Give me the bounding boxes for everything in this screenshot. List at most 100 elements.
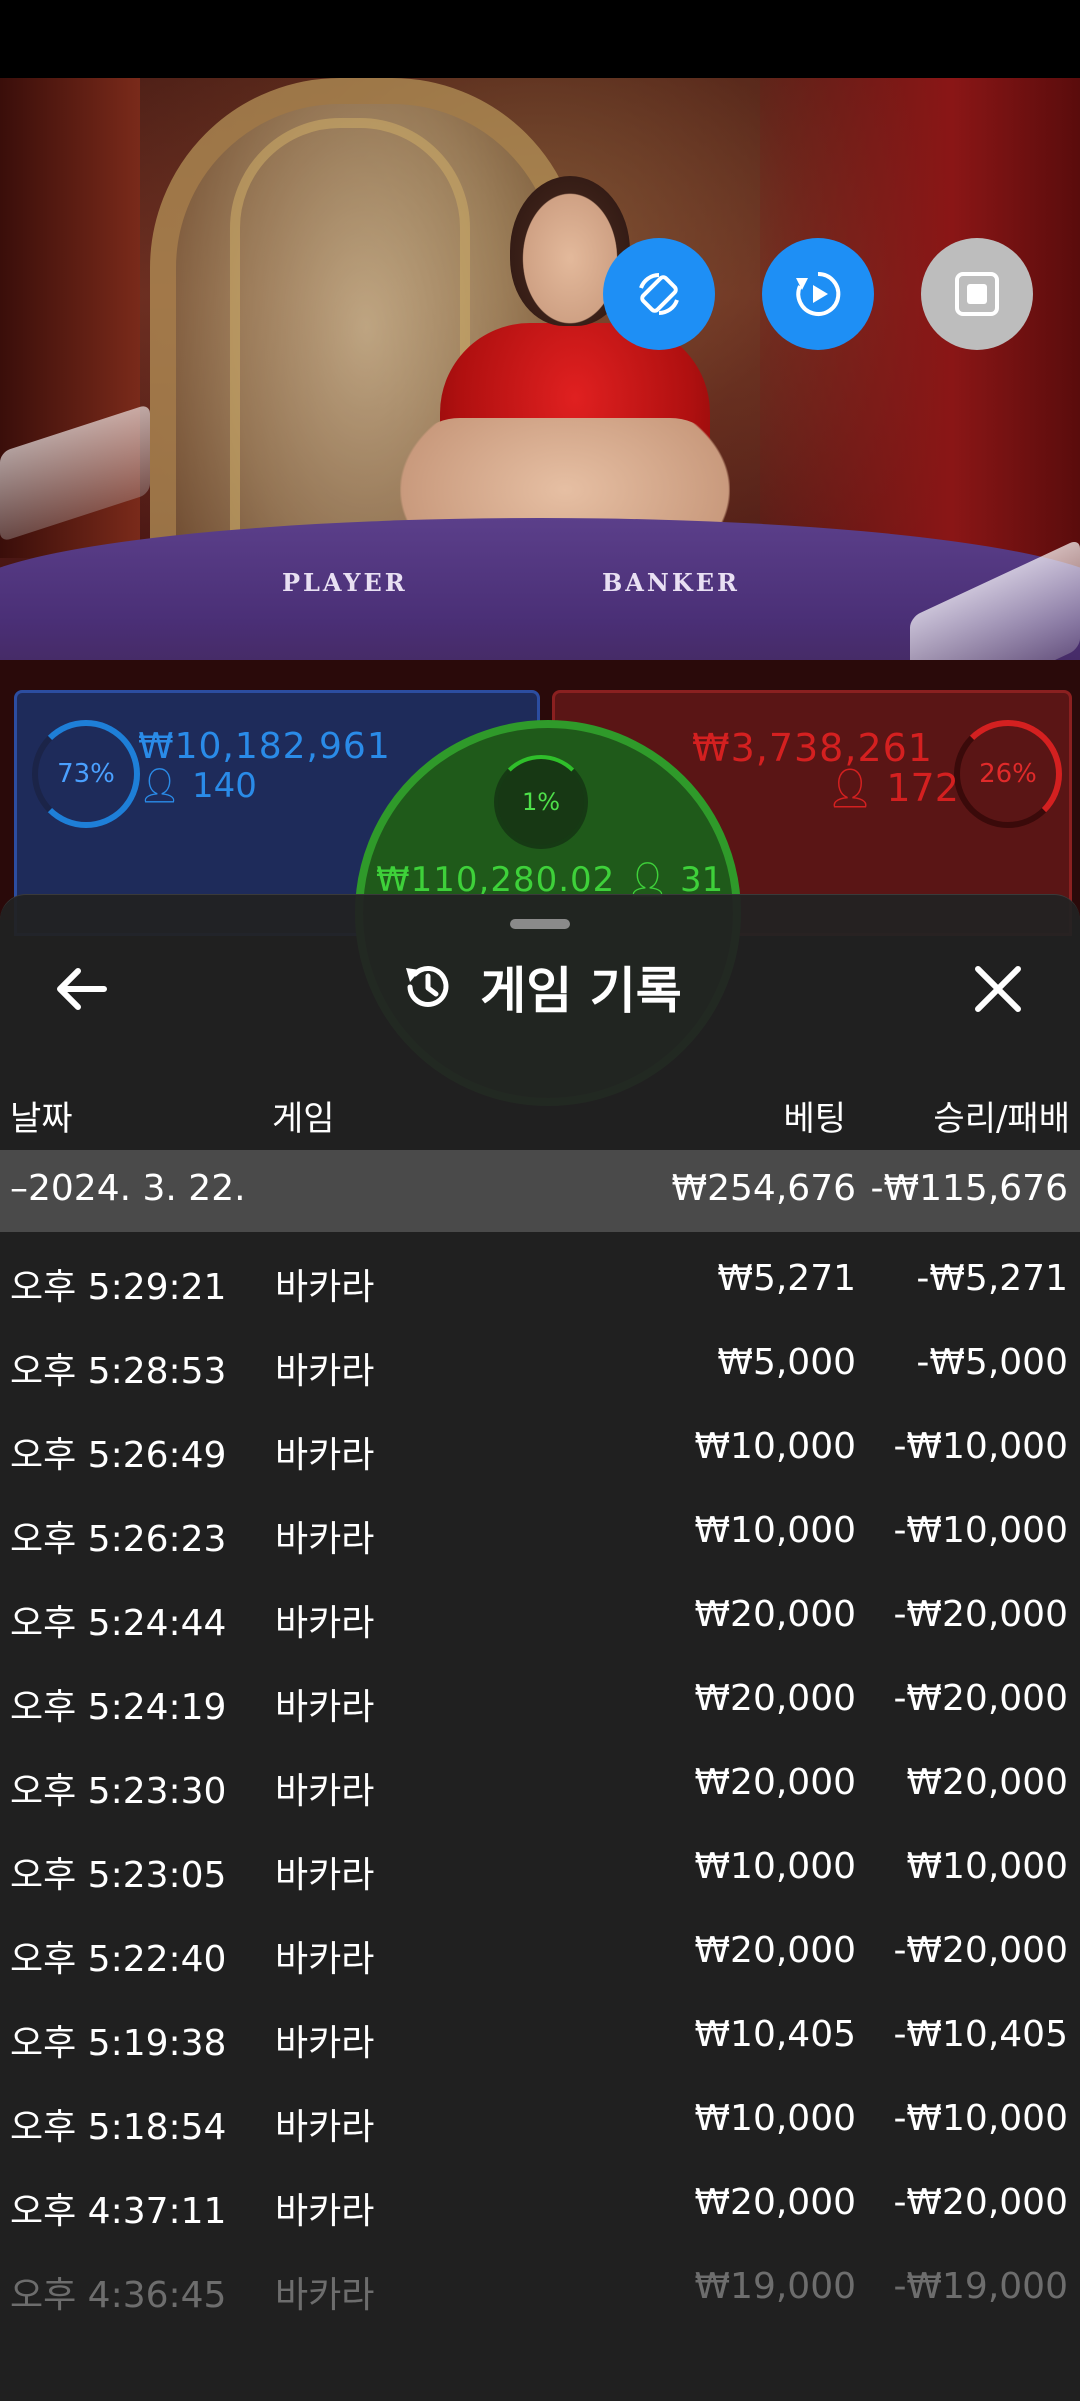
- row-bet: ₩5,000: [717, 1342, 856, 1383]
- sheet-header: 게임 기록: [0, 947, 1080, 1027]
- row-bet: ₩20,000: [694, 1678, 856, 1719]
- row-game: 바카라: [275, 1939, 375, 1980]
- row-game: 바카라: [275, 1771, 375, 1812]
- row-result: -₩5,271: [916, 1258, 1068, 1299]
- live-video: PLAYER BANKER: [0, 78, 1080, 698]
- history-row[interactable]: 오후 4:37:11 바카라 ₩20,000 -₩20,000: [0, 2182, 1080, 2266]
- column-header-game[interactable]: 게임: [272, 1091, 335, 1140]
- drag-handle[interactable]: [510, 919, 570, 929]
- history-row[interactable]: 오후 5:28:53 바카라 ₩5,000 -₩5,000: [0, 1342, 1080, 1426]
- group-date: –2024. 3. 22.: [10, 1168, 246, 1209]
- history-row[interactable]: 오후 5:26:49 바카라 ₩10,000 -₩10,000: [0, 1426, 1080, 1510]
- row-result: -₩19,000: [893, 2266, 1068, 2307]
- row-bet: ₩19,000: [694, 2266, 856, 2307]
- person-icon: 👤︎: [138, 766, 182, 806]
- table-player-label: PLAYER: [282, 568, 408, 597]
- row-game: 바카라: [275, 1435, 375, 1476]
- row-result: ₩10,000: [906, 1846, 1068, 1887]
- row-time: 오후 5:24:44: [10, 1603, 227, 1644]
- tie-percent-ring: 1%: [494, 755, 588, 849]
- history-row[interactable]: 오후 5:19:38 바카라 ₩10,405 -₩10,405: [0, 2014, 1080, 2098]
- history-row[interactable]: 오후 5:29:21 바카라 ₩5,271 -₩5,271: [0, 1258, 1080, 1342]
- row-time: 오후 4:37:11: [10, 2191, 227, 2232]
- row-result: -₩10,000: [893, 2098, 1068, 2139]
- row-game: 바카라: [275, 1855, 375, 1896]
- row-result: -₩10,000: [893, 1426, 1068, 1467]
- history-row[interactable]: 오후 5:24:19 바카라 ₩20,000 -₩20,000: [0, 1678, 1080, 1762]
- replay-icon: [796, 271, 841, 316]
- row-bet: ₩20,000: [694, 2182, 856, 2223]
- row-game: 바카라: [275, 1351, 375, 1392]
- row-result: -₩10,000: [893, 1510, 1068, 1551]
- date-group-row[interactable]: –2024. 3. 22. ₩254,676 -₩115,676: [0, 1150, 1080, 1232]
- tie-percent: 1%: [521, 788, 561, 816]
- row-time: 오후 5:26:49: [10, 1435, 227, 1476]
- row-result: -₩5,000: [916, 1342, 1068, 1383]
- row-time: 오후 5:28:53: [10, 1351, 227, 1392]
- replay-button[interactable]: [762, 238, 874, 350]
- row-bet: ₩10,000: [694, 1510, 856, 1551]
- row-bet: ₩10,405: [694, 2014, 856, 2055]
- row-time: 오후 5:26:23: [10, 1519, 227, 1560]
- row-result: ₩20,000: [906, 1762, 1068, 1803]
- history-row[interactable]: 오후 5:18:54 바카라 ₩10,000 -₩10,000: [0, 2098, 1080, 2182]
- banker-percent: 26%: [979, 759, 1037, 789]
- player-amount: ₩10,182,961: [138, 726, 391, 767]
- row-game: 바카라: [275, 1519, 375, 1560]
- rotate-icon: [639, 273, 679, 315]
- row-game: 바카라: [275, 2275, 375, 2316]
- player-people-count: 140: [191, 766, 257, 806]
- row-bet: ₩20,000: [694, 1762, 856, 1803]
- sheet-title: 게임 기록: [480, 962, 682, 1020]
- row-bet: ₩10,000: [694, 2098, 856, 2139]
- history-row[interactable]: 오후 5:26:23 바카라 ₩10,000 -₩10,000: [0, 1510, 1080, 1594]
- close-button[interactable]: [966, 957, 1030, 1021]
- row-game: 바카라: [275, 2191, 375, 2232]
- player-people: 👤︎ 140: [138, 766, 257, 806]
- history-row[interactable]: 오후 5:23:05 바카라 ₩10,000 ₩10,000: [0, 1846, 1080, 1930]
- row-time: 오후 5:23:05: [10, 1855, 227, 1896]
- person-icon: 👤︎: [826, 766, 875, 810]
- row-result: -₩20,000: [893, 1930, 1068, 1971]
- column-header-date[interactable]: 날짜: [10, 1091, 73, 1140]
- history-icon: [406, 965, 449, 1007]
- row-time: 오후 5:24:19: [10, 1687, 227, 1728]
- history-row[interactable]: 오후 4:36:45 바카라 ₩19,000 -₩19,000: [0, 2266, 1080, 2350]
- row-time: 오후 5:19:38: [10, 2023, 227, 2064]
- column-header-bet[interactable]: 베팅: [783, 1091, 846, 1140]
- group-result-total: -₩115,676: [870, 1168, 1068, 1209]
- player-percent: 73%: [57, 759, 115, 789]
- row-bet: ₩20,000: [694, 1594, 856, 1635]
- row-time: 오후 5:29:21: [10, 1267, 227, 1308]
- row-game: 바카라: [275, 1267, 375, 1308]
- stop-button[interactable]: [921, 238, 1033, 350]
- row-bet: ₩5,271: [717, 1258, 856, 1299]
- history-row[interactable]: 오후 5:24:44 바카라 ₩20,000 -₩20,000: [0, 1594, 1080, 1678]
- row-bet: ₩10,000: [694, 1846, 856, 1887]
- banker-amount: ₩3,738,261: [692, 726, 933, 770]
- column-header-result[interactable]: 승리/패배: [933, 1091, 1070, 1140]
- row-game: 바카라: [275, 2107, 375, 2148]
- banker-people: 👤︎ 172: [826, 766, 959, 811]
- banker-people-count: 172: [886, 766, 959, 810]
- row-time: 오후 4:36:45: [10, 2275, 227, 2316]
- row-game: 바카라: [275, 1603, 375, 1644]
- row-time: 오후 5:22:40: [10, 1939, 227, 1980]
- banker-percent-ring: 26%: [954, 720, 1062, 828]
- row-time: 오후 5:23:30: [10, 1771, 227, 1812]
- row-result: -₩20,000: [893, 1678, 1068, 1719]
- betting-area: 73% ₩10,182,961 👤︎ 140 26% ₩3,738,261 👤︎…: [0, 660, 1080, 1106]
- row-result: -₩10,405: [893, 2014, 1068, 2055]
- stop-icon: [955, 272, 999, 316]
- close-icon: [975, 966, 1021, 1012]
- game-history-sheet: 게임 기록 날짜 게임 베팅 승리/패배 –2024. 3. 22. ₩254,…: [0, 894, 1080, 2401]
- history-row[interactable]: 오후 5:23:30 바카라 ₩20,000 ₩20,000: [0, 1762, 1080, 1846]
- history-row[interactable]: 오후 5:22:40 바카라 ₩20,000 -₩20,000: [0, 1930, 1080, 2014]
- rotate-button[interactable]: [603, 238, 715, 350]
- row-bet: ₩10,000: [694, 1426, 856, 1467]
- table-banker-label: BANKER: [602, 568, 740, 597]
- group-bet-total: ₩254,676: [671, 1168, 856, 1209]
- row-result: -₩20,000: [893, 2182, 1068, 2223]
- player-percent-ring: 73%: [32, 720, 140, 828]
- row-result: -₩20,000: [893, 1594, 1068, 1635]
